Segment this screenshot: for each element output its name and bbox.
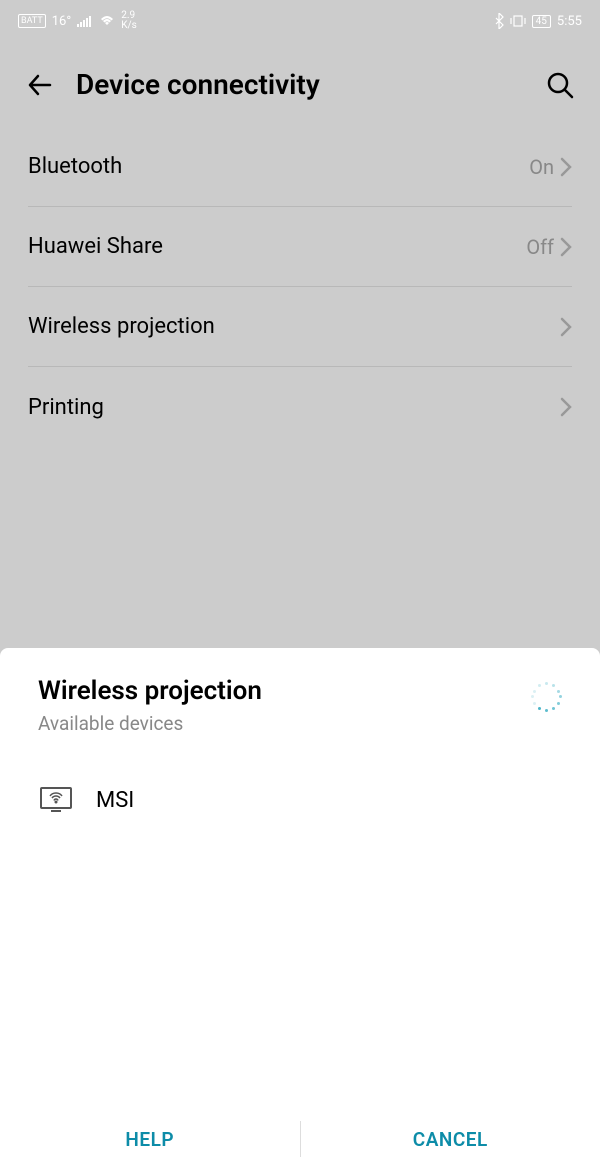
sheet-header: Wireless projection Available devices — [0, 648, 600, 753]
status-right: 45 5:55 — [494, 13, 582, 29]
back-button[interactable] — [18, 63, 62, 107]
bluetooth-icon — [494, 13, 504, 29]
battery-badge-icon: BATT — [18, 14, 46, 28]
back-arrow-icon — [24, 69, 56, 101]
cancel-button[interactable]: CANCEL — [301, 1103, 600, 1175]
chevron-right-icon — [560, 237, 572, 257]
vibrate-icon — [510, 14, 526, 28]
battery-percent: 45 — [532, 15, 551, 28]
bottom-sheet: Wireless projection Available devices MS… — [0, 648, 600, 1175]
sheet-title: Wireless projection — [38, 676, 532, 706]
device-name: MSI — [96, 788, 134, 813]
loading-spinner-icon — [532, 682, 562, 712]
setting-value: On — [529, 155, 554, 179]
setting-label: Bluetooth — [28, 154, 122, 179]
temp-label: 16° — [52, 14, 71, 29]
chevron-right-icon — [560, 397, 572, 417]
setting-wireless-projection[interactable]: Wireless projection — [28, 287, 572, 367]
sheet-subtitle: Available devices — [38, 712, 532, 735]
page-title: Device connectivity — [76, 68, 538, 101]
search-button[interactable] — [538, 63, 582, 107]
setting-huawei-share[interactable]: Huawei Share Off — [28, 207, 572, 287]
signal-icon — [77, 15, 93, 27]
device-item[interactable]: MSI — [38, 771, 562, 829]
wifi-icon — [99, 15, 115, 27]
setting-label: Printing — [28, 395, 104, 420]
status-left: BATT 16° 2.9 K/s — [18, 11, 137, 31]
header: Device connectivity — [0, 42, 600, 127]
setting-label: Wireless projection — [28, 314, 215, 339]
setting-value: Off — [526, 235, 554, 259]
chevron-right-icon — [560, 317, 572, 337]
sheet-actions: HELP CANCEL — [0, 1103, 600, 1175]
search-icon — [545, 70, 575, 100]
setting-bluetooth[interactable]: Bluetooth On — [28, 127, 572, 207]
chevron-right-icon — [560, 157, 572, 177]
device-list: MSI — [0, 753, 600, 1103]
clock: 5:55 — [557, 14, 582, 29]
setting-printing[interactable]: Printing — [28, 367, 572, 447]
help-button[interactable]: HELP — [0, 1103, 300, 1175]
settings-list: Bluetooth On Huawei Share Off Wireless p… — [0, 127, 600, 447]
network-speed: 2.9 K/s — [121, 11, 137, 31]
setting-label: Huawei Share — [28, 234, 163, 259]
status-bar: BATT 16° 2.9 K/s 45 5:55 — [0, 0, 600, 42]
screen-cast-icon — [38, 782, 74, 818]
